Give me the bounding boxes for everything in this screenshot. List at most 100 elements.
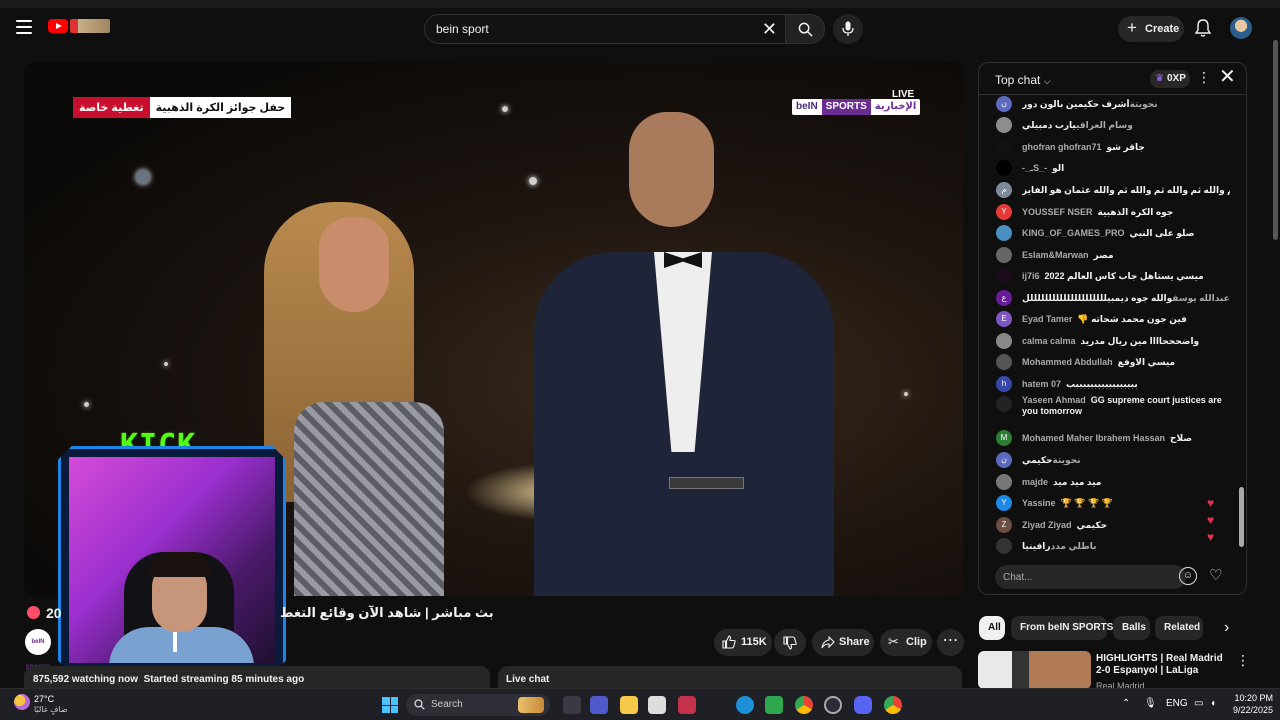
chat-author-name[interactable]: YOUSSEF NSER [1022, 207, 1093, 217]
channel-avatar[interactable]: beIN SPORTS [25, 629, 51, 671]
menu-icon[interactable] [16, 20, 32, 34]
chat-author-name[interactable]: وسام العراقي [1076, 120, 1133, 130]
chat-author-name[interactable]: majde [1022, 477, 1048, 487]
chat-input[interactable] [1003, 569, 1173, 585]
app-icon-red[interactable] [678, 696, 696, 714]
chip-related[interactable]: Related [1155, 616, 1203, 640]
chat-avatar[interactable]: م [996, 182, 1012, 198]
chat-avatar[interactable]: ن [996, 96, 1012, 112]
chat-author-name[interactable]: Eyad Tamer [1022, 314, 1072, 324]
chat-message-list[interactable]: ن نحويتةأشرف حكيمين بالون دور وسام العراقي… [979, 96, 1237, 558]
chip-balls[interactable]: Balls [1113, 616, 1150, 640]
clear-search-icon[interactable]: ✕ [762, 19, 777, 39]
microphone-tray-icon[interactable]: 🎙 [1144, 698, 1157, 709]
search-input[interactable]: bein sport [436, 22, 489, 36]
chat-avatar[interactable]: M [996, 430, 1012, 446]
chip-all[interactable]: All [979, 616, 1005, 640]
clip-button[interactable]: ✂ Clip [880, 629, 932, 656]
chat-avatar[interactable] [996, 268, 1012, 284]
chat-author-name[interactable]: باطلي مدد [1051, 541, 1097, 551]
chat-author-name[interactable]: -_ـS_- [1022, 163, 1047, 173]
discord-icon[interactable] [854, 696, 872, 714]
chip-from-bein[interactable]: From beIN SPORTS [1011, 616, 1113, 640]
chat-author-name[interactable]: ij7i6 [1022, 271, 1040, 281]
chat-author-name[interactable]: hatem 07 [1022, 379, 1061, 389]
task-view-icon[interactable] [563, 696, 581, 714]
close-chat-icon[interactable]: ✕ [1219, 67, 1236, 87]
recommendation-title[interactable]: HIGHLIGHTS | Real Madrid 2-0 Espanyol | … [1096, 653, 1226, 677]
chat-author-name[interactable]: عبدالله يوسف [1172, 293, 1229, 303]
chat-author-name[interactable]: Mohammed Abdullah [1022, 357, 1113, 367]
file-explorer-icon[interactable] [620, 696, 638, 714]
chat-avatar[interactable] [996, 139, 1012, 155]
media-player-icon[interactable] [824, 696, 842, 714]
chat-author-name[interactable]: ghofran ghofran71 [1022, 142, 1102, 152]
account-avatar[interactable] [1230, 17, 1252, 39]
chat-message-text: رافينيا [1022, 541, 1051, 551]
chat-avatar[interactable]: Y [996, 204, 1012, 220]
app-icon-green[interactable] [765, 696, 783, 714]
more-actions-button[interactable]: ⋯ [937, 629, 964, 656]
clock-date[interactable]: 9/22/2025 [1225, 705, 1273, 715]
create-button[interactable]: + Create [1118, 16, 1184, 42]
xp-badge[interactable]: ♛ 0XP [1150, 70, 1190, 88]
chat-author-name[interactable]: Eslam&Marwan [1022, 250, 1089, 260]
chat-avatar[interactable] [996, 538, 1012, 554]
taskbar-search[interactable]: Search [406, 694, 550, 716]
store-icon[interactable] [648, 696, 666, 714]
chat-input-box[interactable] [995, 565, 1186, 589]
chat-avatar[interactable]: Z [996, 517, 1012, 533]
windows-start-icon[interactable] [382, 697, 398, 713]
chat-avatar[interactable]: E [996, 311, 1012, 327]
chat-author-name[interactable]: Yaseen Ahmad [1022, 395, 1086, 405]
language-indicator[interactable]: ENG [1166, 698, 1188, 709]
top-chat-dropdown[interactable]: Top chat ⌵ [995, 73, 1051, 87]
search-button[interactable] [785, 14, 825, 44]
chat-avatar[interactable] [996, 474, 1012, 490]
search-box[interactable]: bein sport ✕ [424, 14, 788, 44]
network-icon[interactable]: ▭ [1194, 698, 1203, 709]
chat-avatar[interactable]: Y [996, 495, 1012, 511]
volume-icon[interactable]: ◖ [1210, 698, 1216, 709]
edge-icon[interactable] [736, 696, 754, 714]
share-button[interactable]: Share [812, 629, 874, 656]
chat-author-name[interactable]: نحويتة [1053, 455, 1081, 465]
notifications-bell-icon[interactable] [1194, 18, 1212, 38]
chat-author-name[interactable]: calma calma [1022, 336, 1076, 346]
chat-avatar[interactable] [996, 354, 1012, 370]
chat-avatar[interactable]: h [996, 376, 1012, 392]
page-scrollbar[interactable] [1273, 40, 1278, 240]
voice-search-button[interactable] [833, 14, 863, 44]
xp-value: 0XP [1167, 73, 1186, 84]
tray-overflow-icon[interactable]: ⌃ [1122, 698, 1130, 709]
chat-author-name[interactable]: Mohamed Maher Ibrahem Hassan [1022, 433, 1165, 443]
chrome-active-icon[interactable] [884, 696, 902, 714]
chat-author-name[interactable]: Ziyad Ziyad [1022, 520, 1072, 530]
youtube-doodle[interactable] [70, 19, 110, 33]
chrome-icon[interactable] [795, 696, 813, 714]
youtube-logo[interactable] [48, 19, 68, 33]
recommendation-thumbnail[interactable] [978, 651, 1091, 689]
chat-author-name[interactable]: KING_OF_GAMES_PRO [1022, 228, 1125, 238]
clock-time[interactable]: 10:20 PM [1233, 693, 1273, 703]
chat-scroll-thumb[interactable] [1239, 487, 1244, 547]
chevron-right-icon[interactable]: › [1224, 619, 1229, 637]
teams-icon[interactable] [590, 696, 608, 714]
chat-avatar[interactable] [996, 225, 1012, 241]
chat-avatar[interactable] [996, 396, 1012, 412]
heart-icon[interactable]: ♡ [1209, 566, 1222, 584]
chat-avatar[interactable] [996, 160, 1012, 176]
chat-avatar[interactable] [996, 247, 1012, 263]
chat-avatar[interactable] [996, 117, 1012, 133]
chat-avatar[interactable]: ع [996, 290, 1012, 306]
chat-author-name[interactable]: نحويتة [1130, 99, 1158, 109]
chat-avatar[interactable] [996, 333, 1012, 349]
weather-icon[interactable] [14, 694, 30, 710]
dislike-button[interactable] [774, 629, 806, 656]
chat-author-name[interactable]: Yassine [1022, 498, 1056, 508]
recommendation-menu-icon[interactable]: ⋮ [1236, 652, 1250, 669]
emoji-icon[interactable]: ☺ [1179, 567, 1197, 585]
like-button[interactable]: 115K [714, 629, 772, 656]
chat-menu-icon[interactable]: ⋮ [1197, 69, 1211, 86]
chat-avatar[interactable]: ن [996, 452, 1012, 468]
